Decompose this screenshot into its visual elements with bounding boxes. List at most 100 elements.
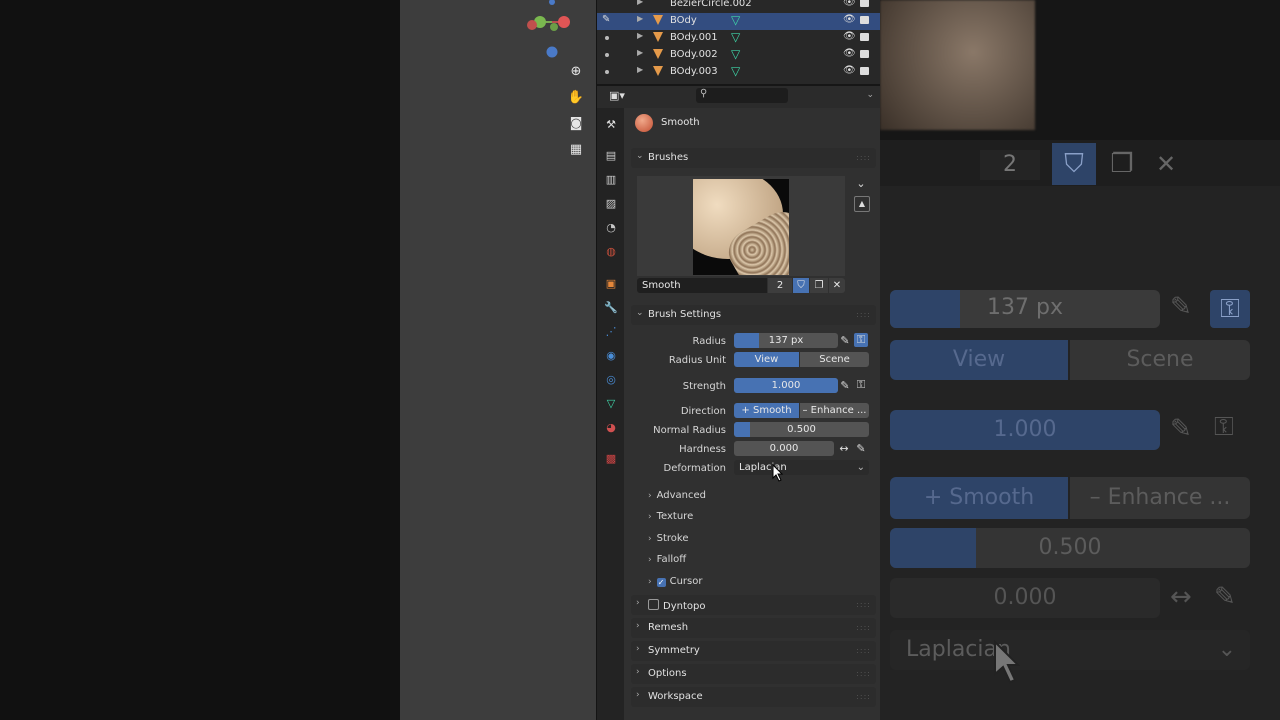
dyntopo-panel-header[interactable]: › Dyntopo :::: bbox=[631, 595, 876, 615]
pressure-pen-icon[interactable]: ✎ bbox=[854, 442, 868, 456]
world-tab-icon[interactable]: ◍ bbox=[604, 245, 618, 259]
stroke-subpanel[interactable]: › Stroke bbox=[648, 533, 688, 544]
mode-dot-icon[interactable] bbox=[605, 53, 609, 57]
eye-icon[interactable]: 👁 bbox=[843, 65, 856, 76]
workspace-panel-header[interactable]: › Workspace :::: bbox=[631, 687, 876, 707]
deformation-dropdown[interactable]: Laplacian ⌄ bbox=[734, 460, 869, 475]
expand-arrow-icon[interactable]: ▶ bbox=[637, 14, 643, 23]
lock-radius-icon[interactable]: ⚿ bbox=[854, 333, 868, 347]
eye-icon[interactable]: 👁 bbox=[843, 48, 856, 59]
drag-grip-icon[interactable]: :::: bbox=[856, 153, 871, 162]
expand-arrow-icon[interactable]: ▶ bbox=[637, 0, 643, 6]
mesh-data-icon[interactable]: ▽ bbox=[731, 30, 740, 44]
cursor-checkbox[interactable]: ✓ bbox=[656, 578, 666, 587]
view-layer-tab-icon[interactable]: ▨ bbox=[604, 197, 618, 211]
mesh-data-icon[interactable]: ▽ bbox=[731, 13, 740, 27]
expand-arrow-icon[interactable]: ▶ bbox=[637, 31, 643, 40]
radius-unit-scene-button[interactable]: Scene bbox=[800, 352, 869, 367]
mode-dot-icon[interactable] bbox=[605, 70, 609, 74]
gizmo-neg-y-icon[interactable] bbox=[550, 23, 558, 31]
expand-arrow-icon[interactable]: ▶ bbox=[637, 48, 643, 57]
chevron-down-icon[interactable]: ⌄ bbox=[866, 90, 874, 100]
constraints-tab-icon[interactable]: ◎ bbox=[604, 373, 618, 387]
lock-strength-icon[interactable]: ⚿ bbox=[854, 378, 868, 392]
outliner-row-selected[interactable]: ✎ ▶ BOdy ▽ 👁 bbox=[597, 13, 880, 30]
gizmo-neg-z-icon[interactable] bbox=[549, 0, 555, 5]
texture-tab-icon[interactable]: ▩ bbox=[604, 452, 618, 466]
brush-preview-area[interactable] bbox=[637, 176, 845, 276]
radius-slider[interactable]: 137 px bbox=[734, 333, 838, 348]
3d-viewport[interactable]: ⊕ ✋ ◙ ▦ bbox=[400, 0, 596, 720]
object-tab-icon[interactable]: ▣ bbox=[604, 277, 618, 291]
scene-tab-icon[interactable]: ◔ bbox=[604, 221, 618, 235]
render-tab-icon[interactable]: ▤ bbox=[604, 149, 618, 163]
chevron-right-icon: › bbox=[636, 667, 640, 677]
zoom-icon[interactable]: ⊕ bbox=[566, 62, 586, 82]
mesh-data-icon[interactable]: ▽ bbox=[731, 64, 740, 78]
remesh-panel-header[interactable]: › Remesh :::: bbox=[631, 618, 876, 638]
brush-settings-panel-header[interactable]: ⌄ Brush Settings :::: bbox=[631, 305, 876, 325]
perspective-grid-icon[interactable]: ▦ bbox=[566, 140, 586, 160]
drag-grip-icon[interactable]: :::: bbox=[856, 669, 871, 678]
gizmo-neg-x-icon[interactable] bbox=[527, 20, 537, 30]
drag-grip-icon[interactable]: :::: bbox=[856, 623, 871, 632]
cursor-subpanel[interactable]: › ✓ Cursor bbox=[648, 576, 702, 587]
eye-icon[interactable]: 👁 bbox=[843, 31, 856, 42]
advanced-subpanel[interactable]: › Advanced bbox=[648, 490, 706, 501]
unlink-brush-icon[interactable]: ✕ bbox=[829, 278, 845, 293]
brushes-panel-header[interactable]: ⌄ Brushes :::: bbox=[631, 148, 876, 168]
drag-grip-icon[interactable]: :::: bbox=[856, 310, 871, 319]
render-camera-icon[interactable] bbox=[860, 50, 869, 58]
render-camera-icon[interactable] bbox=[860, 0, 869, 7]
outliner-row[interactable]: ▶ BezierCircle.002 👁 bbox=[597, 0, 880, 13]
outliner-row[interactable]: ▶ BOdy.001 ▽ 👁 bbox=[597, 30, 880, 47]
radius-unit-view-button[interactable]: View bbox=[734, 352, 799, 367]
eye-icon[interactable]: 👁 bbox=[843, 0, 856, 8]
material-tab-icon[interactable]: ◕ bbox=[604, 421, 618, 435]
normal-radius-slider[interactable]: 0.500 bbox=[734, 422, 869, 437]
invert-arrows-icon[interactable]: ↔ bbox=[837, 442, 851, 456]
direction-enhance-button[interactable]: – Enhance ... bbox=[800, 403, 869, 418]
editor-type-icon[interactable]: ▣▾ bbox=[609, 89, 625, 102]
gizmo-x-icon[interactable] bbox=[558, 16, 570, 28]
gizmo-z-icon[interactable] bbox=[546, 46, 558, 58]
render-camera-icon[interactable] bbox=[860, 16, 869, 24]
symmetry-panel-header[interactable]: › Symmetry :::: bbox=[631, 641, 876, 661]
chevron-down-icon[interactable]: ⌄ bbox=[854, 177, 868, 191]
render-camera-icon[interactable] bbox=[860, 67, 869, 75]
brush-user-count[interactable]: 2 bbox=[768, 278, 792, 293]
render-camera-icon[interactable] bbox=[860, 33, 869, 41]
texture-subpanel[interactable]: › Texture bbox=[648, 511, 693, 522]
particles-tab-icon[interactable]: ⋰ bbox=[604, 325, 618, 339]
drag-grip-icon[interactable]: :::: bbox=[856, 692, 871, 701]
pressure-pen-icon[interactable]: ✎ bbox=[838, 334, 852, 348]
falloff-subpanel[interactable]: › Falloff bbox=[648, 554, 686, 565]
mode-dot-icon[interactable] bbox=[605, 36, 609, 40]
brush-name-field[interactable]: Smooth bbox=[637, 278, 767, 293]
mesh-data-tab-icon[interactable]: ▽ bbox=[604, 397, 618, 411]
duplicate-brush-icon[interactable]: ❐ bbox=[810, 278, 828, 293]
pressure-pen-icon[interactable]: ✎ bbox=[838, 379, 852, 393]
drag-grip-icon[interactable]: :::: bbox=[856, 646, 871, 655]
image-browse-icon[interactable]: ▲ bbox=[854, 196, 870, 212]
eye-icon[interactable]: 👁 bbox=[843, 14, 856, 25]
mesh-data-icon[interactable]: ▽ bbox=[731, 47, 740, 61]
hardness-slider[interactable]: 0.000 bbox=[734, 441, 834, 456]
dyntopo-checkbox[interactable] bbox=[648, 599, 659, 610]
output-tab-icon[interactable]: ▥ bbox=[604, 173, 618, 187]
direction-smooth-button[interactable]: + Smooth bbox=[734, 403, 799, 418]
pan-hand-icon[interactable]: ✋ bbox=[566, 88, 586, 108]
modifier-wrench-icon[interactable]: 🔧 bbox=[604, 301, 618, 315]
expand-arrow-icon[interactable]: ▶ bbox=[637, 65, 643, 74]
strength-slider[interactable]: 1.000 bbox=[734, 378, 838, 393]
navigation-gizmo[interactable] bbox=[520, 0, 586, 62]
search-input[interactable]: ⚲ bbox=[696, 88, 788, 103]
drag-grip-icon[interactable]: :::: bbox=[856, 600, 871, 609]
options-panel-header[interactable]: › Options :::: bbox=[631, 664, 876, 684]
outliner-row[interactable]: ▶ BOdy.003 ▽ 👁 bbox=[597, 64, 880, 81]
tool-tab-icon[interactable]: ⚒ bbox=[604, 118, 618, 132]
fake-user-shield-icon[interactable]: ⛉ bbox=[793, 278, 809, 293]
outliner-row[interactable]: ▶ BOdy.002 ▽ 👁 bbox=[597, 47, 880, 64]
camera-icon[interactable]: ◙ bbox=[566, 114, 586, 134]
physics-tab-icon[interactable]: ◉ bbox=[604, 349, 618, 363]
